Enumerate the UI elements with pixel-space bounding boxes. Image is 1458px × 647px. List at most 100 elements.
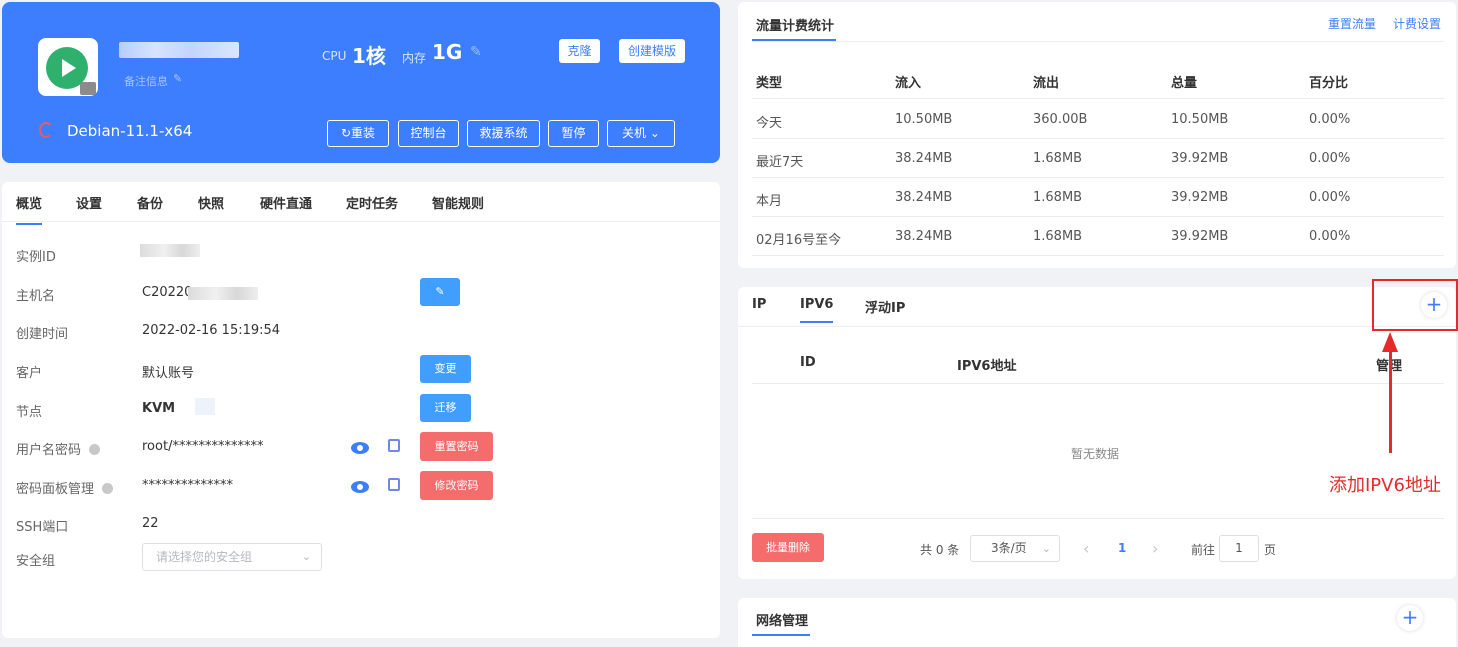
spec-edit-icon[interactable]: ✎ bbox=[470, 44, 482, 60]
tab-backup[interactable]: 备份 bbox=[137, 193, 163, 212]
node-redacted bbox=[195, 398, 215, 415]
rescue-button[interactable]: 救援系统 bbox=[467, 120, 540, 147]
table-row: 本月 38.24MB 1.68MB 39.92MB 0.00% bbox=[752, 178, 1444, 217]
reset-traffic-link[interactable]: 重置流量 bbox=[1328, 15, 1376, 32]
mem-value: 1G bbox=[432, 40, 463, 64]
modify-password-button[interactable]: 修改密码 bbox=[420, 471, 493, 500]
page-number-current[interactable]: 1 bbox=[1118, 541, 1126, 555]
question-icon[interactable] bbox=[102, 483, 114, 494]
ip-tabs: IP IPV6 浮动IP bbox=[738, 287, 1456, 327]
tab-passthrough[interactable]: 硬件直通 bbox=[260, 193, 312, 212]
console-button[interactable]: 控制台 bbox=[398, 120, 459, 147]
eye-icon[interactable] bbox=[351, 481, 369, 493]
network-title: 网络管理 bbox=[756, 614, 809, 629]
copy-icon[interactable] bbox=[388, 478, 400, 491]
tab-ip[interactable]: IP bbox=[752, 297, 766, 312]
annotation-highlight-box bbox=[1372, 279, 1458, 331]
col-id: ID bbox=[800, 355, 816, 370]
change-customer-button[interactable]: 变更 bbox=[420, 355, 471, 383]
tab-settings[interactable]: 设置 bbox=[76, 193, 102, 212]
cell: 本月 bbox=[756, 194, 783, 209]
ssh-port-label: SSH端口 bbox=[16, 520, 69, 535]
cell: 38.24MB bbox=[895, 190, 953, 205]
chevron-down-icon: ⌄ bbox=[1041, 542, 1051, 555]
security-group-select[interactable]: 请选择您的安全组 ⌄ bbox=[142, 543, 322, 571]
cell: 39.92MB bbox=[1171, 151, 1229, 166]
reinstall-button[interactable]: ↻重装 bbox=[327, 120, 389, 147]
network-title-underline bbox=[752, 634, 810, 636]
note-edit-icon[interactable]: ✎ bbox=[173, 72, 182, 85]
goto-label: 前往 bbox=[1191, 543, 1216, 557]
cell: 1.68MB bbox=[1033, 151, 1083, 166]
tab-snapshot[interactable]: 快照 bbox=[198, 193, 224, 212]
pause-button[interactable]: 暂停 bbox=[548, 120, 599, 147]
migrate-button[interactable]: 迁移 bbox=[420, 394, 471, 422]
os-name: Debian-11.1-x64 bbox=[67, 122, 193, 140]
hostname-redacted bbox=[188, 287, 258, 300]
security-group-label: 安全组 bbox=[16, 554, 56, 569]
tab-floating-ip[interactable]: 浮动IP bbox=[865, 297, 905, 316]
table-row: 最近7天 38.24MB 1.68MB 39.92MB 0.00% bbox=[752, 139, 1444, 178]
copy-icon[interactable] bbox=[388, 439, 400, 452]
reset-password-button[interactable]: 重置密码 bbox=[420, 432, 493, 461]
created-value: 2022-02-16 15:19:54 bbox=[142, 323, 281, 338]
next-page-icon[interactable]: › bbox=[1152, 539, 1158, 558]
ipv6-table-header: ID IPV6地址 管理 bbox=[752, 343, 1444, 384]
create-template-button[interactable]: 创建模版 bbox=[619, 39, 685, 63]
tab-overview[interactable]: 概览 bbox=[16, 193, 43, 225]
cell: 02月16号至今 bbox=[756, 233, 842, 248]
security-group-placeholder: 请选择您的安全组 bbox=[156, 550, 253, 564]
traffic-title: 流量计费统计 bbox=[756, 19, 835, 34]
cell: 0.00% bbox=[1309, 112, 1351, 127]
col-in: 流入 bbox=[895, 76, 922, 91]
divider bbox=[752, 41, 1444, 42]
shutdown-dropdown[interactable]: 关机 ⌄ bbox=[607, 120, 675, 147]
eye-icon[interactable] bbox=[351, 442, 369, 454]
add-network-button[interactable]: + bbox=[1397, 605, 1423, 631]
cpu-value: 1核 bbox=[352, 44, 386, 68]
bulk-delete-button[interactable]: 批量删除 bbox=[752, 533, 824, 562]
reinstall-label: 重装 bbox=[351, 126, 376, 140]
col-ipv6-address: IPV6地址 bbox=[957, 359, 1017, 374]
tab-schedule[interactable]: 定时任务 bbox=[346, 193, 398, 212]
page-size-select[interactable]: 3条/页 ⌄ bbox=[970, 535, 1060, 562]
billing-settings-link[interactable]: 计费设置 bbox=[1393, 15, 1441, 32]
lock-icon bbox=[80, 82, 96, 95]
prev-page-icon[interactable]: ‹ bbox=[1083, 539, 1089, 558]
customer-label: 客户 bbox=[16, 366, 43, 381]
cell: 0.00% bbox=[1309, 190, 1351, 205]
cell: 10.50MB bbox=[1171, 112, 1229, 127]
overview-card: 概览 设置 备份 快照 硬件直通 定时任务 智能规则 实例ID 主机名 C202… bbox=[2, 182, 720, 638]
instance-id-label: 实例ID bbox=[16, 250, 56, 265]
cpu-label: CPU bbox=[322, 49, 347, 63]
divider bbox=[752, 518, 1444, 519]
col-total: 总量 bbox=[1171, 76, 1198, 91]
panel-password-label-text: 密码面板管理 bbox=[16, 482, 95, 497]
chevron-down-icon: ⌄ bbox=[649, 126, 660, 140]
clone-button[interactable]: 克隆 bbox=[559, 39, 600, 63]
traffic-card: 流量计费统计 重置流量 计费设置 类型 流入 流出 总量 百分比 今天 10.5… bbox=[738, 2, 1456, 268]
edit-hostname-button[interactable]: ✎ bbox=[420, 278, 460, 306]
page-size-value: 3条/页 bbox=[991, 541, 1027, 555]
annotation-text: 添加IPV6地址 bbox=[1329, 475, 1441, 496]
note-placeholder[interactable]: 备注信息 bbox=[124, 73, 168, 89]
table-row: 今天 10.50MB 360.00B 10.50MB 0.00% bbox=[752, 100, 1444, 139]
cell: 38.24MB bbox=[895, 151, 953, 166]
tab-ipv6[interactable]: IPV6 bbox=[800, 297, 834, 323]
cell: 1.68MB bbox=[1033, 229, 1083, 244]
refresh-icon: ↻ bbox=[340, 126, 352, 140]
cell: 39.92MB bbox=[1171, 229, 1229, 244]
instance-status-icon bbox=[38, 38, 98, 96]
ssh-port-value: 22 bbox=[142, 516, 159, 531]
goto-page-input[interactable]: 1 bbox=[1219, 535, 1259, 562]
instance-name-redacted bbox=[119, 42, 239, 58]
user-password-label-text: 用户名密码 bbox=[16, 443, 82, 458]
tab-smart-rules[interactable]: 智能规则 bbox=[432, 193, 484, 212]
panel-password-value: ************** bbox=[142, 478, 233, 493]
question-icon[interactable] bbox=[89, 444, 101, 455]
network-card: 网络管理 + bbox=[738, 598, 1456, 647]
node-label: 节点 bbox=[16, 405, 43, 420]
ip-card: IP IPV6 浮动IP + ID IPV6地址 管理 暂无数据 批量删除 共 … bbox=[738, 287, 1456, 579]
chevron-down-icon: ⌄ bbox=[301, 550, 311, 563]
cell: 10.50MB bbox=[895, 112, 953, 127]
